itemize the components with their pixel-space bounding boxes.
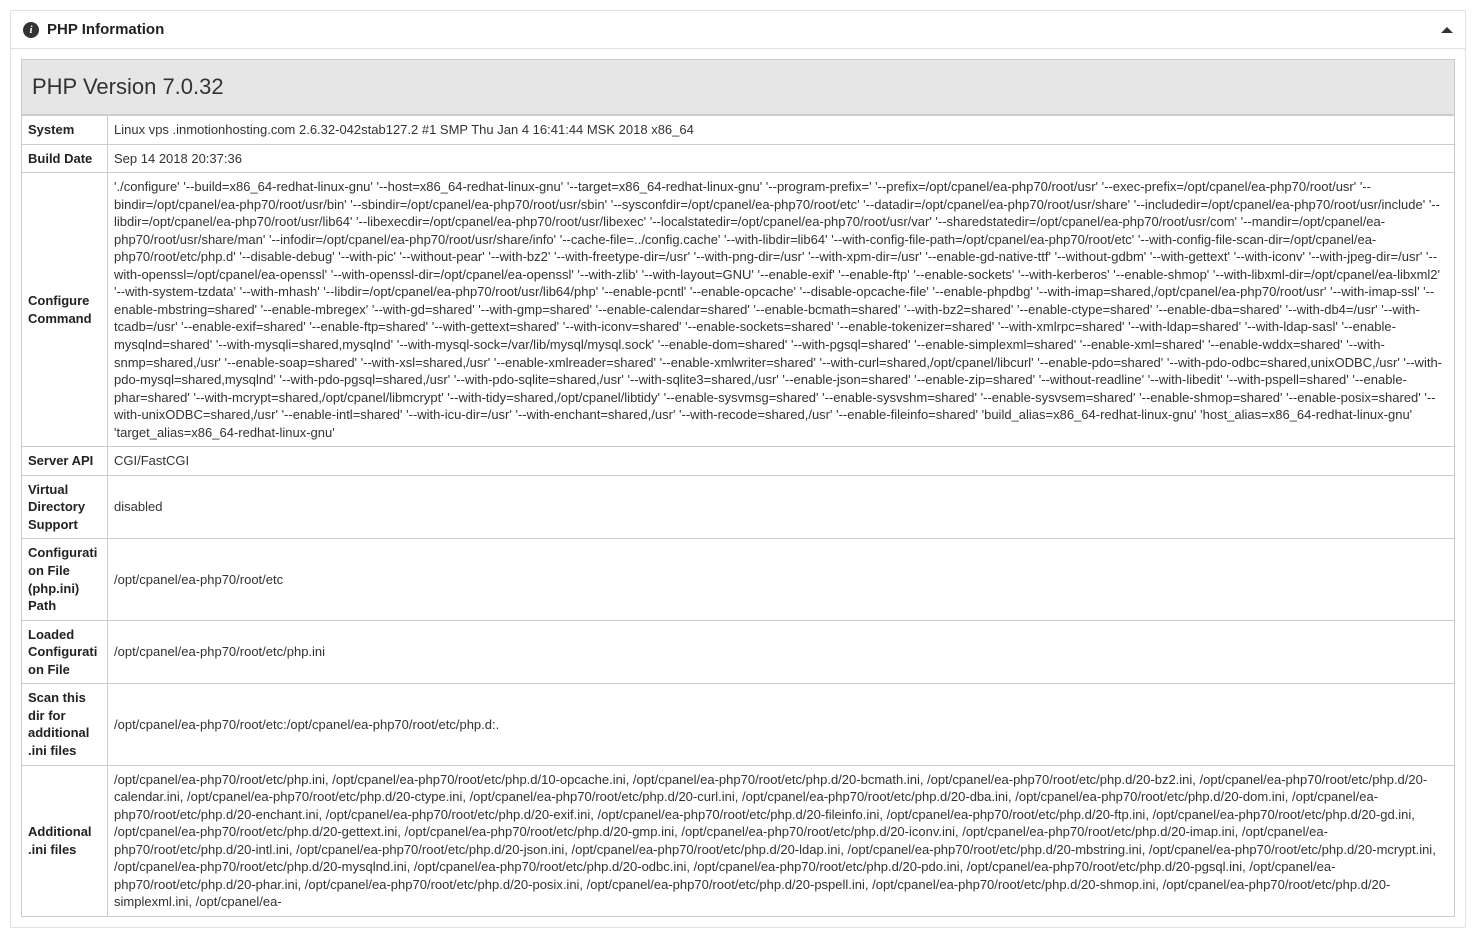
- table-row: Configuration File (php.ini) Path/opt/cp…: [22, 539, 1455, 620]
- table-row: Additional .ini files/opt/cpanel/ea-php7…: [22, 765, 1455, 916]
- row-label: Server API: [22, 447, 108, 476]
- row-value: Linux vps .inmotionhosting.com 2.6.32-04…: [108, 116, 1455, 145]
- table-row: Configure Command'./configure' '--build=…: [22, 173, 1455, 447]
- row-value: CGI/FastCGI: [108, 447, 1455, 476]
- row-label: Additional .ini files: [22, 765, 108, 916]
- row-value: './configure' '--build=x86_64-redhat-lin…: [108, 173, 1455, 447]
- row-label: Loaded Configuration File: [22, 620, 108, 684]
- table-row: SystemLinux vps .inmotionhosting.com 2.6…: [22, 116, 1455, 145]
- card-header: i PHP Information: [11, 11, 1465, 49]
- row-value: Sep 14 2018 20:37:36: [108, 144, 1455, 173]
- php-version-header: PHP Version 7.0.32: [21, 59, 1455, 115]
- row-value: /opt/cpanel/ea-php70/root/etc: [108, 539, 1455, 620]
- table-row: Server APICGI/FastCGI: [22, 447, 1455, 476]
- row-label: Build Date: [22, 144, 108, 173]
- row-value: /opt/cpanel/ea-php70/root/etc/php.ini, /…: [108, 765, 1455, 916]
- table-row: Scan this dir for additional .ini files/…: [22, 684, 1455, 765]
- row-label: Virtual Directory Support: [22, 475, 108, 539]
- row-label: Configure Command: [22, 173, 108, 447]
- card-body: PHP Version 7.0.32 SystemLinux vps .inmo…: [11, 49, 1465, 927]
- table-row: Build DateSep 14 2018 20:37:36: [22, 144, 1455, 173]
- row-value: /opt/cpanel/ea-php70/root/etc:/opt/cpane…: [108, 684, 1455, 765]
- row-label: Configuration File (php.ini) Path: [22, 539, 108, 620]
- table-row: Loaded Configuration File/opt/cpanel/ea-…: [22, 620, 1455, 684]
- row-value: /opt/cpanel/ea-php70/root/etc/php.ini: [108, 620, 1455, 684]
- info-icon: i: [23, 22, 39, 38]
- card-title: PHP Information: [47, 21, 164, 38]
- row-label: Scan this dir for additional .ini files: [22, 684, 108, 765]
- row-value: disabled: [108, 475, 1455, 539]
- php-info-table: SystemLinux vps .inmotionhosting.com 2.6…: [21, 115, 1455, 917]
- php-info-card: i PHP Information PHP Version 7.0.32 Sys…: [10, 10, 1466, 928]
- collapse-icon[interactable]: [1441, 27, 1453, 33]
- table-row: Virtual Directory Supportdisabled: [22, 475, 1455, 539]
- row-label: System: [22, 116, 108, 145]
